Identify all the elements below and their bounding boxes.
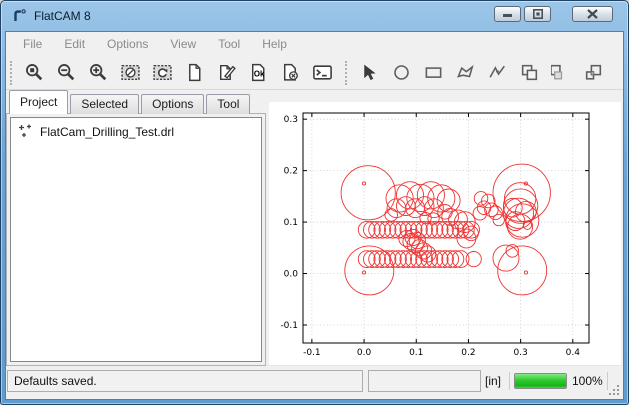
resize-grip-icon[interactable] (608, 384, 621, 397)
toolbar: Ok (6, 56, 623, 90)
toolbar-button-draw-circle[interactable] (388, 59, 415, 86)
tab-bar: ProjectSelectedOptionsTool (9, 91, 252, 114)
progress-percent: 100% (572, 370, 603, 392)
svg-text:0.3: 0.3 (513, 348, 527, 358)
status-bar: Defaults saved. [in] 100% (6, 365, 623, 399)
replot-icon (152, 62, 173, 83)
clear-plot-icon (120, 62, 141, 83)
menu-item-help[interactable]: Help (251, 32, 298, 56)
toolbar-button-zoom-in[interactable] (85, 59, 112, 86)
menu-item-edit[interactable]: Edit (53, 32, 96, 56)
svg-text:0.2: 0.2 (284, 167, 298, 177)
zoom-fit-icon (24, 62, 45, 83)
status-message: Defaults saved. (7, 370, 363, 392)
toolbar-button-save-ok[interactable]: Ok (245, 59, 272, 86)
project-tree[interactable]: FlatCam_Drilling_Test.drl (10, 117, 262, 362)
tree-item-drill-file[interactable]: FlatCam_Drilling_Test.drl (11, 118, 261, 145)
toolbar-button-draw-polyline[interactable] (484, 59, 511, 86)
delete-object-icon (280, 62, 301, 83)
toolbar-button-new-project[interactable] (181, 59, 208, 86)
toolbar-button-zoom-out[interactable] (53, 59, 80, 86)
toolbar-button-draw-polygon[interactable] (452, 59, 479, 86)
svg-text:Ok: Ok (254, 69, 265, 78)
svg-text:0.2: 0.2 (461, 348, 475, 358)
select-icon (359, 62, 380, 83)
close-button[interactable] (572, 6, 613, 22)
toolbar-button-select[interactable] (356, 59, 383, 86)
toolbar-button-delete-object[interactable] (277, 59, 304, 86)
menu-item-options[interactable]: Options (96, 32, 159, 56)
toolbar-button-subtract[interactable] (548, 59, 575, 86)
toolbar-button-open-project[interactable] (213, 59, 240, 86)
toolbar-button-intersect[interactable] (580, 59, 607, 86)
minimize-button[interactable] (494, 6, 521, 22)
maximize-icon (533, 9, 543, 19)
svg-text:0.1: 0.1 (284, 218, 298, 228)
zoom-in-icon (88, 62, 109, 83)
window-title: FlatCAM 8 (34, 9, 91, 23)
shell-icon (312, 62, 333, 83)
tab-selected[interactable]: Selected (70, 94, 139, 114)
union-icon (519, 62, 540, 83)
toolbar-button-replot[interactable] (149, 59, 176, 86)
toolbar-button-shell[interactable] (309, 59, 336, 86)
draw-polyline-icon (487, 62, 508, 83)
svg-text:-0.1: -0.1 (280, 321, 298, 331)
progress-fill (515, 374, 566, 388)
app-window: FlatCAM 8 FileEditOptionsViewToolHelp Ok… (0, 0, 629, 405)
toolbar-drag-handle[interactable] (345, 61, 350, 85)
menu-bar: FileEditOptionsViewToolHelp (6, 32, 623, 57)
svg-text:0.3: 0.3 (284, 115, 298, 125)
maximize-button[interactable] (524, 6, 551, 22)
draw-circle-icon (391, 62, 412, 83)
status-panel-2 (368, 370, 481, 392)
flatcam-logo-icon (11, 8, 27, 24)
title-bar[interactable]: FlatCAM 8 (1, 1, 628, 31)
draw-polygon-icon (455, 62, 476, 83)
svg-text:-0.1: -0.1 (303, 348, 321, 358)
subtract-icon (551, 62, 572, 83)
plot-svg: -0.1 0.0 0.1 0.2 0.3 0.4 -0.1 0.0 0.1 0.2 0.3 (269, 102, 621, 366)
toolbar-drag-handle[interactable] (10, 61, 15, 85)
menu-item-tool[interactable]: Tool (207, 32, 251, 56)
drill-marks-icon (18, 124, 33, 139)
client-area: FileEditOptionsViewToolHelp Ok ProjectSe… (5, 31, 624, 400)
minimize-icon (503, 10, 513, 18)
units-indicator: [in] (485, 370, 501, 392)
status-divider (509, 372, 510, 390)
toolbar-button-draw-rectangle[interactable] (420, 59, 447, 86)
new-project-icon (184, 62, 205, 83)
svg-text:0.0: 0.0 (284, 270, 299, 280)
tree-item-label: FlatCam_Drilling_Test.drl (40, 125, 174, 139)
tab-project[interactable]: Project (9, 90, 68, 114)
toolbar-button-union[interactable] (516, 59, 543, 86)
intersect-icon (583, 62, 604, 83)
save-ok-icon: Ok (248, 62, 269, 83)
tab-options[interactable]: Options (141, 94, 204, 114)
close-icon (587, 9, 598, 19)
progress-bar (514, 373, 567, 389)
draw-rectangle-icon (423, 62, 444, 83)
plot-canvas[interactable]: -0.1 0.0 0.1 0.2 0.3 0.4 -0.1 0.0 0.1 0.2 0.3 (269, 102, 621, 366)
menu-item-file[interactable]: File (12, 32, 53, 56)
tab-tool[interactable]: Tool (206, 94, 250, 114)
zoom-out-icon (56, 62, 77, 83)
toolbar-button-zoom-fit[interactable] (21, 59, 48, 86)
project-tab-page: FlatCam_Drilling_Test.drl (6, 113, 266, 366)
svg-text:0.1: 0.1 (409, 348, 423, 358)
svg-text:0.0: 0.0 (357, 348, 372, 358)
menu-item-view[interactable]: View (159, 32, 207, 56)
open-project-icon (216, 62, 237, 83)
toolbar-button-clear-plot[interactable] (117, 59, 144, 86)
svg-text:0.4: 0.4 (566, 348, 581, 358)
